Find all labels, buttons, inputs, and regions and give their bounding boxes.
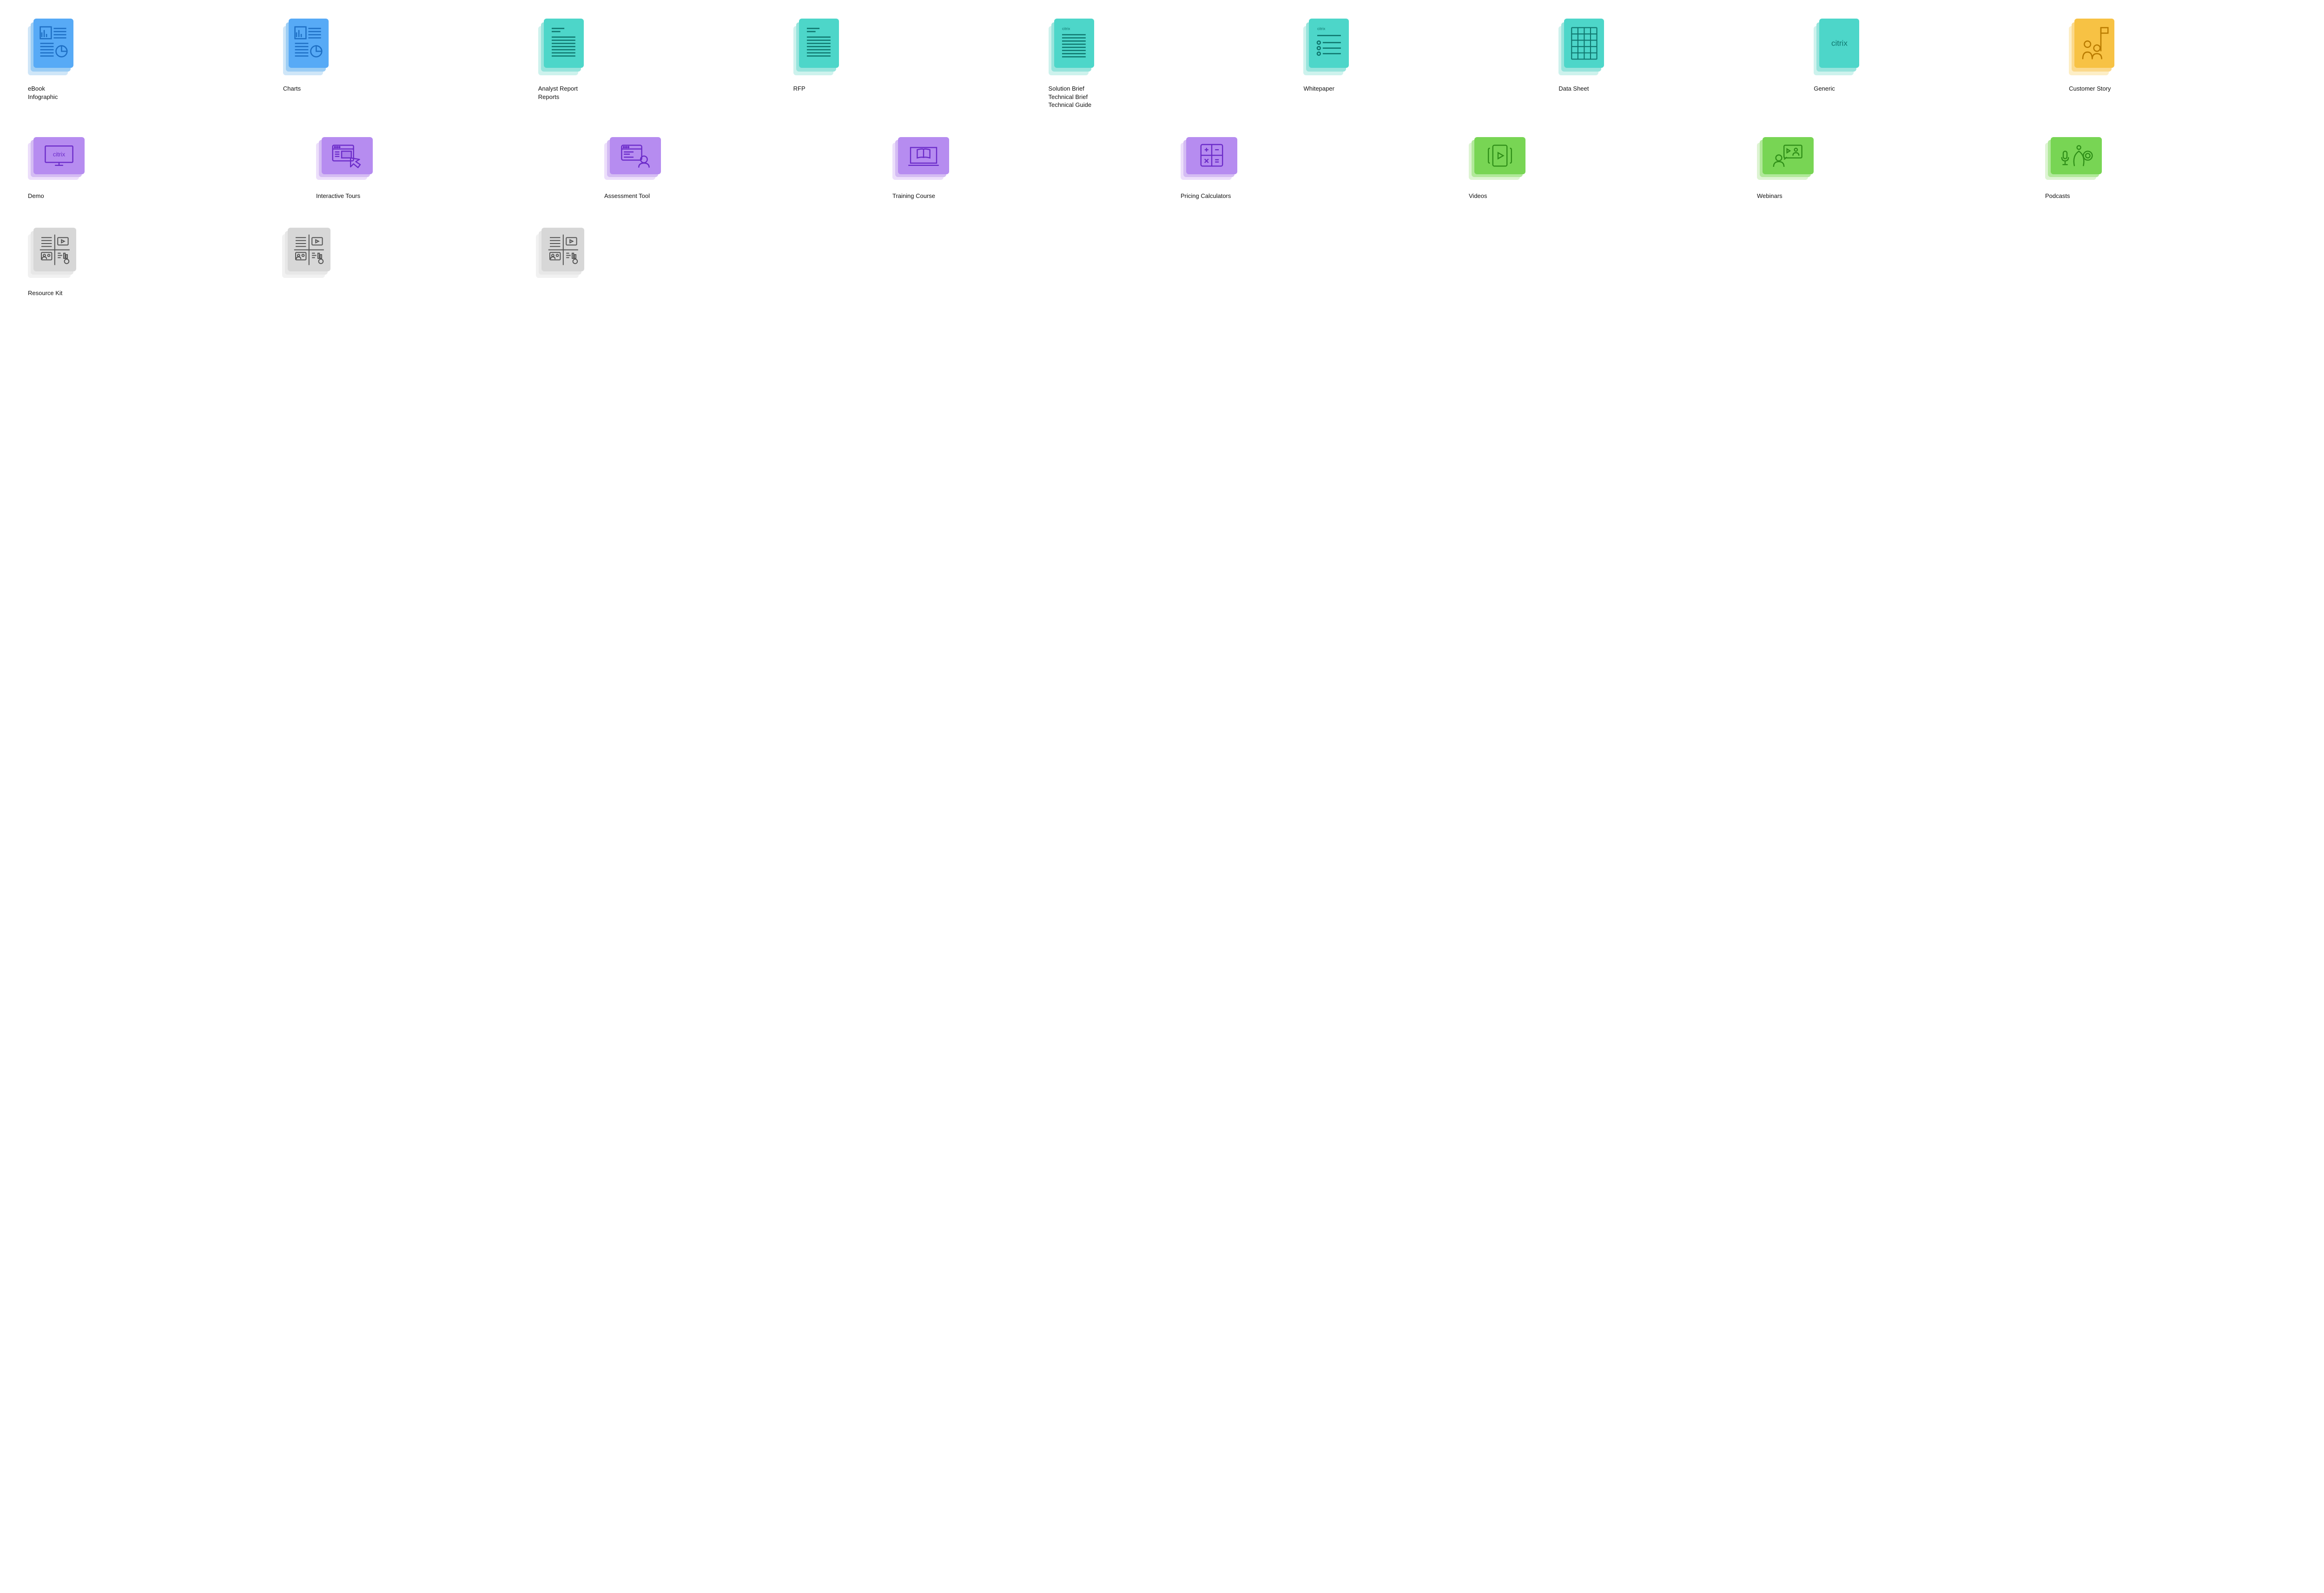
label: Pricing Calculators — [1181, 192, 1432, 200]
webinars-icon — [1757, 137, 1813, 179]
svg-text:citrix: citrix — [53, 151, 66, 158]
cell-rfp: RFP — [793, 19, 1021, 93]
cell-data-sheet: Data Sheet — [1558, 19, 1786, 93]
icon-row-kits: Resource Kit — [28, 228, 2296, 297]
cell-demo: citrix Demo — [28, 137, 279, 200]
svg-text:citrix: citrix — [1062, 26, 1070, 31]
resource-kit-icon — [282, 228, 329, 276]
assessment-tool-icon — [604, 137, 660, 179]
videos-icon — [1469, 137, 1525, 179]
whitepaper-icon: citrix — [1303, 19, 1348, 74]
training-course-icon — [892, 137, 948, 179]
label: Generic — [1814, 85, 2041, 93]
charts-icon — [283, 19, 328, 74]
solution-brief-icon: citrix — [1049, 19, 1093, 74]
cell-solution-brief: citrix Solution Brief Technical Brief Te… — [1049, 19, 1276, 109]
svg-text:citrix: citrix — [1317, 26, 1326, 31]
label: Assessment Tool — [604, 192, 855, 200]
label: Solution Brief Technical Brief Technical… — [1049, 85, 1276, 109]
cell-videos: Videos — [1469, 137, 1720, 200]
customer-story-icon — [2069, 19, 2113, 74]
label: Analyst Report Reports — [538, 85, 766, 101]
label: Customer Story — [2069, 85, 2296, 93]
cell-analyst-report: Analyst Report Reports — [538, 19, 766, 101]
icon-row-documents: eBook Infographic Charts — [28, 19, 2296, 109]
cell-webinars: Webinars — [1757, 137, 2008, 200]
cell-assessment-tool: Assessment Tool — [604, 137, 855, 200]
cell-resource-kit-2 — [282, 228, 518, 289]
label: Videos — [1469, 192, 1720, 200]
cell-generic: citrix Generic — [1814, 19, 2041, 93]
cell-interactive-tours: Interactive Tours — [316, 137, 567, 200]
cell-charts: Charts — [283, 19, 510, 93]
pricing-calculators-icon — [1181, 137, 1236, 179]
cell-podcasts: Podcasts — [2045, 137, 2296, 200]
svg-text:citrix: citrix — [1831, 39, 1848, 47]
cell-resource-kit-3 — [536, 228, 772, 289]
analyst-report-icon — [538, 19, 583, 74]
label: Webinars — [1757, 192, 2008, 200]
podcasts-icon — [2045, 137, 2101, 179]
label: Demo — [28, 192, 279, 200]
cell-ebook-infographic: eBook Infographic — [28, 19, 255, 101]
label: Training Course — [892, 192, 1143, 200]
label: RFP — [793, 85, 1021, 93]
ebook-infographic-icon — [28, 19, 73, 74]
interactive-tours-icon — [316, 137, 372, 179]
data-sheet-icon — [1558, 19, 1603, 74]
label: Resource Kit — [28, 289, 264, 297]
resource-kit-icon — [536, 228, 582, 276]
resource-kit-icon — [28, 228, 74, 276]
cell-resource-kit-1: Resource Kit — [28, 228, 264, 297]
cell-training-course: Training Course — [892, 137, 1143, 200]
label: eBook Infographic — [28, 85, 255, 101]
cell-whitepaper: citrix Whitepaper — [1303, 19, 1531, 93]
icon-row-interactive: citrix Demo Interactive Tours — [28, 137, 2296, 200]
generic-icon: citrix — [1814, 19, 1858, 74]
demo-icon: citrix — [28, 137, 84, 179]
label: Podcasts — [2045, 192, 2296, 200]
cell-customer-story: Customer Story — [2069, 19, 2296, 93]
label: Data Sheet — [1558, 85, 1786, 93]
label: Charts — [283, 85, 510, 93]
rfp-icon — [793, 19, 838, 74]
label: Interactive Tours — [316, 192, 567, 200]
cell-pricing-calculators: Pricing Calculators — [1181, 137, 1432, 200]
label: Whitepaper — [1303, 85, 1531, 93]
